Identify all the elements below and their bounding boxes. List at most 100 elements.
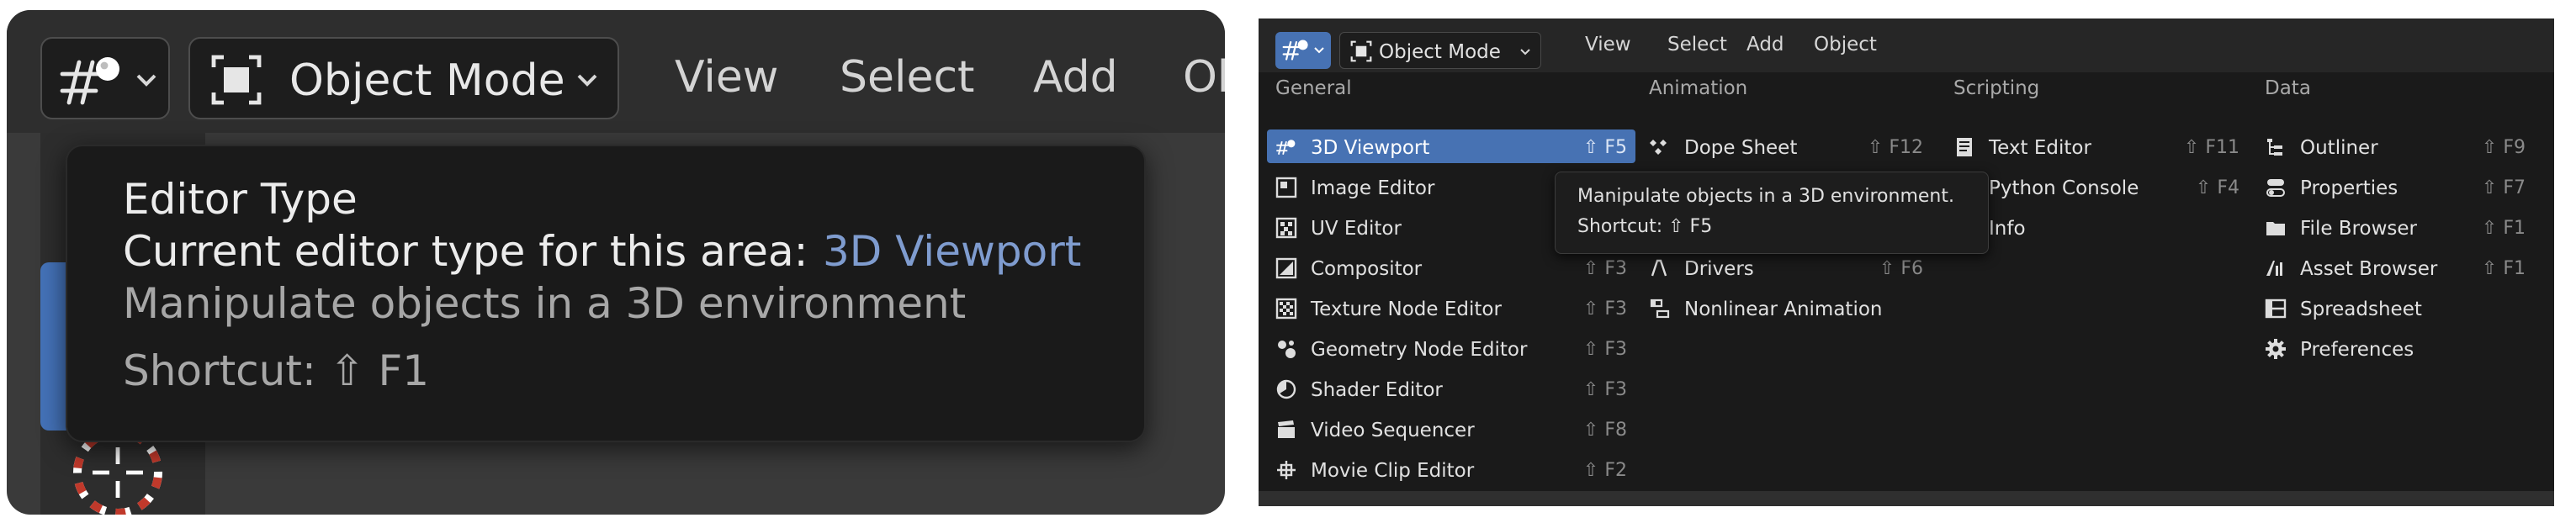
item-shortcut: ⇧ F2 bbox=[1582, 460, 1627, 481]
menu-add[interactable]: Add bbox=[1033, 52, 1118, 103]
menu-item-shader-editor[interactable]: Shader Editor ⇧ F3 bbox=[1267, 372, 1635, 405]
category-data: Data bbox=[2265, 77, 2311, 99]
menu-item-geometry-node-editor[interactable]: Geometry Node Editor ⇧ F3 bbox=[1267, 331, 1635, 365]
chevron-down-icon bbox=[136, 74, 156, 87]
item-shortcut: ⇧ F1 bbox=[2481, 258, 2526, 279]
image-editor-icon bbox=[1275, 177, 1297, 198]
viewport-header: Object Mode View Select Add Object bbox=[1259, 18, 2554, 72]
item-shortcut: ⇧ F6 bbox=[1879, 258, 1923, 279]
item-shortcut: ⇧ F1 bbox=[2481, 218, 2526, 239]
object-mode-dropdown[interactable]: Object Mode bbox=[188, 37, 619, 119]
gear-icon bbox=[2266, 339, 2286, 359]
menu-view[interactable]: View bbox=[675, 52, 778, 103]
menu-item-file-browser[interactable]: File Browser ⇧ F1 bbox=[2256, 210, 2534, 244]
item-label: Compositor bbox=[1311, 258, 1423, 280]
menu-item-compositor[interactable]: Compositor ⇧ F3 bbox=[1267, 251, 1635, 284]
object-mode-label: Object Mode bbox=[289, 55, 565, 106]
menu-item-spreadsheet[interactable]: Spreadsheet bbox=[2256, 291, 2534, 325]
tooltip-current-label: Current editor type for this area: bbox=[123, 227, 808, 276]
file-browser-icon bbox=[2266, 222, 2285, 235]
menu-item-texture-node-editor[interactable]: Texture Node Editor ⇧ F3 bbox=[1267, 291, 1635, 325]
menu-item-properties[interactable]: Properties ⇧ F7 bbox=[2256, 170, 2534, 203]
object-mode-icon bbox=[1350, 40, 1372, 62]
video-sequencer-icon bbox=[1278, 420, 1295, 438]
menu-select[interactable]: Select bbox=[1667, 34, 1727, 55]
item-shortcut: ⇧ F3 bbox=[1582, 379, 1627, 400]
item-label: Nonlinear Animation bbox=[1684, 298, 1883, 320]
chevron-down-icon bbox=[1314, 47, 1324, 54]
editor-type-button[interactable] bbox=[1275, 32, 1331, 69]
item-label: Preferences bbox=[2300, 339, 2414, 361]
tooltip-shortcut: Shortcut: ⇧ F1 bbox=[123, 346, 430, 395]
texture-node-icon bbox=[1275, 298, 1297, 320]
menu-object[interactable]: Object bbox=[1814, 34, 1877, 55]
tooltip-description: Manipulate objects in a 3D environment bbox=[123, 279, 967, 328]
editor-type-menu-panel: Object Mode View Select Add Object Gener… bbox=[1247, 10, 2569, 515]
tooltip-title: Editor Type bbox=[123, 175, 358, 224]
menu-item-drivers[interactable]: Drivers ⇧ F6 bbox=[1640, 251, 1932, 284]
item-label: Video Sequencer bbox=[1311, 420, 1475, 441]
chevron-down-icon bbox=[1520, 49, 1530, 55]
asset-browser-icon bbox=[2266, 261, 2282, 276]
properties-icon bbox=[2266, 179, 2285, 197]
item-label: Movie Clip Editor bbox=[1311, 460, 1475, 482]
item-label: Spreadsheet bbox=[2300, 298, 2422, 320]
tooltip-description: Manipulate objects in a 3D environment. bbox=[1577, 186, 1954, 207]
item-label: Properties bbox=[2300, 177, 2398, 199]
menu-item-text-editor[interactable]: Text Editor ⇧ F11 bbox=[1945, 129, 2248, 163]
item-label: 3D Viewport bbox=[1311, 137, 1430, 159]
object-mode-icon bbox=[211, 55, 262, 105]
item-label: UV Editor bbox=[1311, 218, 1402, 240]
viewport-3d-icon bbox=[1282, 40, 1308, 61]
menu-item-outliner[interactable]: Outliner ⇧ F9 bbox=[2256, 129, 2534, 163]
nla-icon bbox=[1650, 298, 1670, 319]
item-shortcut: ⇧ F12 bbox=[1867, 137, 1923, 158]
menu-item-python-console[interactable]: Python Console ⇧ F4 bbox=[1945, 170, 2248, 203]
editor-type-tooltip: Editor Type Current editor type for this… bbox=[66, 145, 1146, 442]
menu-item-preferences[interactable]: Preferences bbox=[2256, 331, 2534, 365]
item-shortcut: ⇧ F3 bbox=[1582, 258, 1627, 279]
item-label: Geometry Node Editor bbox=[1311, 339, 1528, 361]
category-scripting: Scripting bbox=[1953, 77, 2040, 99]
category-general: General bbox=[1275, 77, 1352, 99]
object-mode-label: Object Mode bbox=[1379, 41, 1501, 63]
item-label: Dope Sheet bbox=[1684, 137, 1798, 159]
menu-item-dope-sheet[interactable]: Dope Sheet ⇧ F12 bbox=[1640, 129, 1932, 163]
menu-item-asset-browser[interactable]: Asset Browser ⇧ F1 bbox=[2256, 251, 2534, 284]
item-label: Info bbox=[1989, 218, 2026, 240]
tooltip-shortcut: Shortcut: ⇧ F5 bbox=[1577, 216, 1713, 237]
item-label: Asset Browser bbox=[2300, 258, 2438, 280]
menu-item-3d-viewport[interactable]: 3D Viewport ⇧ F5 bbox=[1267, 129, 1635, 163]
menu-object[interactable]: Obje bbox=[1183, 52, 1225, 103]
drivers-icon bbox=[1651, 259, 1667, 277]
item-label: Text Editor bbox=[1989, 137, 2091, 159]
editor-type-button[interactable] bbox=[40, 37, 170, 119]
item-label: Image Editor bbox=[1311, 177, 1435, 199]
menu-item-nonlinear-animation[interactable]: Nonlinear Animation bbox=[1640, 291, 1932, 325]
geometry-node-icon bbox=[1278, 341, 1296, 358]
spreadsheet-icon bbox=[2265, 298, 2287, 319]
menu-item-info[interactable]: Info bbox=[1945, 210, 2248, 244]
menu-view[interactable]: View bbox=[1585, 34, 1631, 55]
menu-add[interactable]: Add bbox=[1746, 34, 1784, 55]
item-label: Python Console bbox=[1989, 177, 2139, 199]
dope-sheet-icon bbox=[1650, 140, 1667, 155]
item-shortcut: ⇧ F3 bbox=[1582, 339, 1627, 360]
item-label: Shader Editor bbox=[1311, 379, 1443, 401]
menu-item-video-sequencer[interactable]: Video Sequencer ⇧ F8 bbox=[1267, 412, 1635, 446]
shader-editor-icon bbox=[1276, 379, 1296, 399]
zoomed-viewport-panel: Object Mode View Select Add Obje Editor … bbox=[7, 10, 1225, 515]
menu-item-tooltip: Manipulate objects in a 3D environment. … bbox=[1555, 172, 1989, 254]
item-shortcut: ⇧ F3 bbox=[1582, 298, 1627, 320]
viewport-3d-icon bbox=[1276, 140, 1296, 155]
item-shortcut: ⇧ F11 bbox=[2183, 137, 2239, 158]
text-editor-icon bbox=[1957, 138, 1972, 156]
uv-editor-icon bbox=[1275, 217, 1297, 239]
item-shortcut: ⇧ F5 bbox=[1582, 137, 1627, 158]
menu-item-movie-clip-editor[interactable]: Movie Clip Editor ⇧ F2 bbox=[1267, 452, 1635, 486]
menu-select[interactable]: Select bbox=[840, 52, 974, 103]
chevron-down-icon bbox=[577, 74, 597, 87]
object-mode-dropdown[interactable]: Object Mode bbox=[1339, 32, 1541, 69]
category-animation: Animation bbox=[1649, 77, 1748, 99]
item-shortcut: ⇧ F8 bbox=[1582, 420, 1627, 441]
